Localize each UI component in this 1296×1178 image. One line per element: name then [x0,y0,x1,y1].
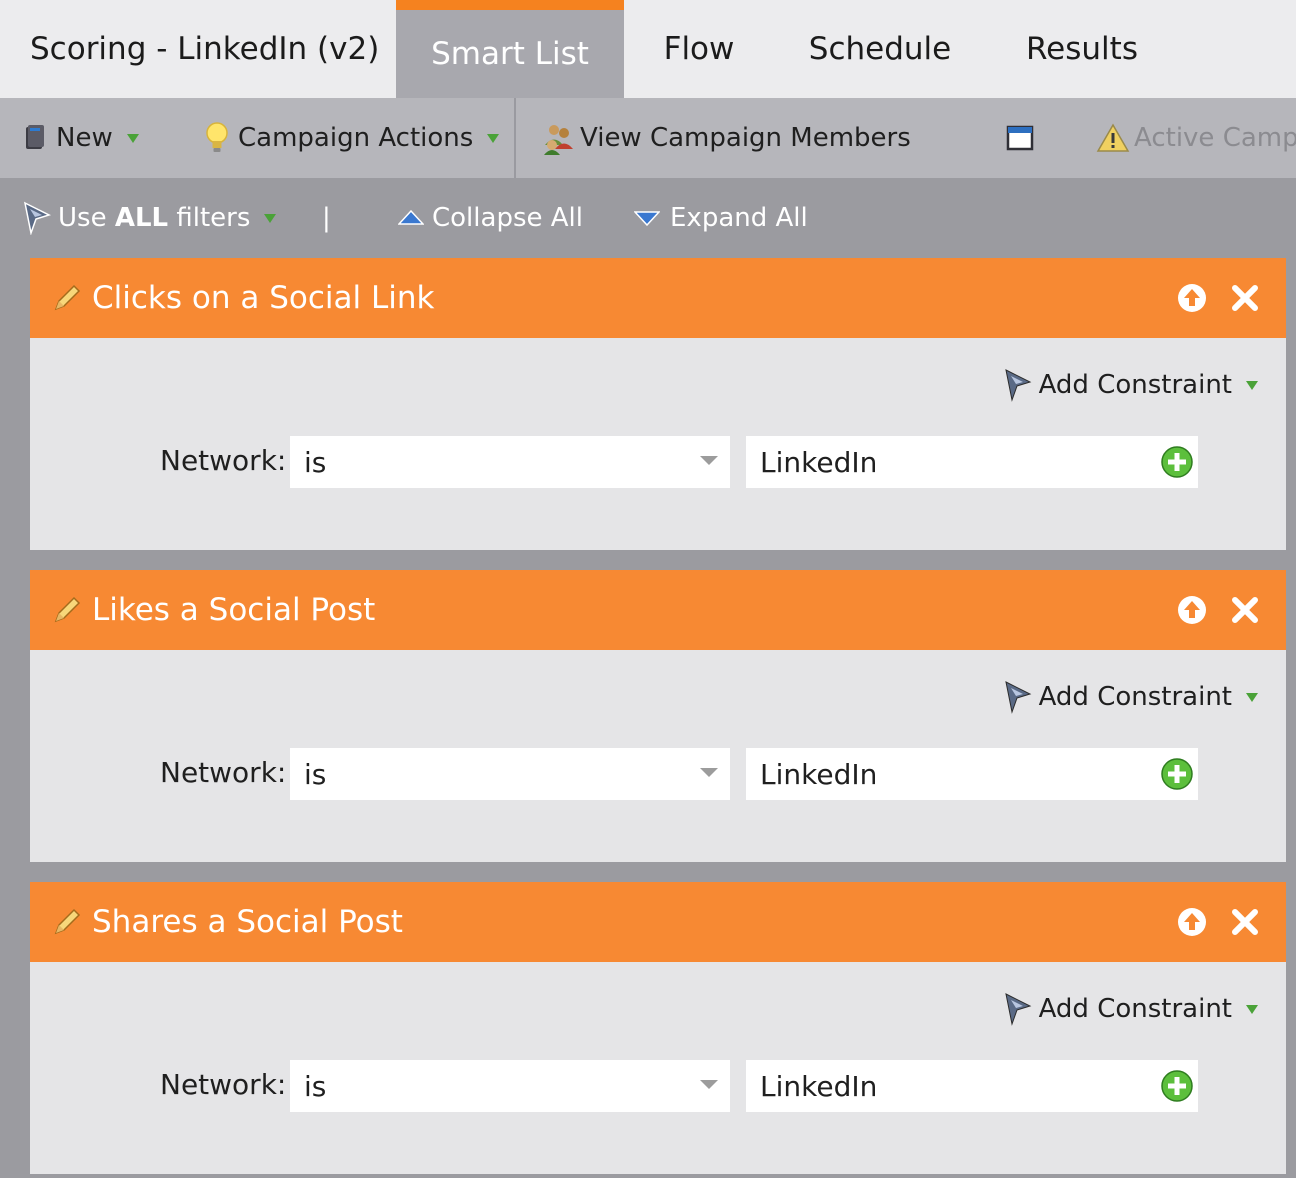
operator-value: is [304,757,327,791]
filter-options-bar: Use ALL filters | Collapse All Expand Al… [0,178,1296,258]
chevron-down-icon [700,1080,718,1089]
people-icon [542,121,576,155]
new-document-icon [24,123,46,153]
collapse-all-button[interactable]: Collapse All [398,178,583,258]
funnel-icon [22,201,52,235]
filter-title: Shares a Social Post [92,904,403,940]
add-constraint-label: Add Constraint [1038,370,1232,400]
plus-circle-icon[interactable] [1160,757,1194,798]
new-menu-button[interactable]: New [24,98,139,178]
tab-bar: Scoring - LinkedIn (v2) Smart List Flow … [0,0,1296,98]
filter-card: Clicks on a Social Link Add Constraint N… [30,258,1286,550]
chevron-down-icon [700,456,718,465]
network-label: Network: [160,444,287,477]
toolbar: New Campaign Actions View Campaign Membe… [0,98,1296,178]
expand-triangle-icon [634,210,660,226]
chevron-down-icon [1246,1004,1258,1014]
filter-header[interactable]: Likes a Social Post [30,570,1286,650]
expand-all-button[interactable]: Expand All [634,178,808,258]
funnel-icon [1003,992,1033,1026]
chevron-down-icon [487,133,500,143]
window-button[interactable] [1006,98,1034,178]
use-all-label: ALL [114,203,169,233]
active-campaign-button[interactable]: Active Campa [1096,98,1296,178]
close-icon[interactable] [1230,283,1260,313]
filter-card: Likes a Social Post Add Constraint Netwo… [30,570,1286,862]
filter-logic-dropdown[interactable]: Use ALL filters [22,178,277,258]
close-icon[interactable] [1230,907,1260,937]
plus-circle-icon[interactable] [1160,1069,1194,1110]
filter-body: Add Constraint Network: is LinkedIn [30,338,1286,550]
add-constraint-label: Add Constraint [1038,994,1232,1024]
use-suffix: filters [168,203,251,233]
filter-card: Shares a Social Post Add Constraint Netw… [30,882,1286,1174]
chevron-down-icon [700,768,718,777]
add-constraint-button[interactable]: Add Constraint [1003,368,1258,402]
view-campaign-members-label: View Campaign Members [580,123,911,153]
pencil-icon [52,283,82,313]
operator-select[interactable]: is [290,748,730,800]
filter-title: Clicks on a Social Link [92,280,435,316]
plus-circle-icon[interactable] [1160,445,1194,486]
expand-all-label: Expand All [670,203,808,233]
network-label: Network: [160,1068,287,1101]
network-value: LinkedIn [760,445,878,479]
toolbar-divider [514,98,516,178]
network-value-field[interactable]: LinkedIn [746,436,1198,488]
pencil-icon [52,907,82,937]
operator-select[interactable]: is [290,1060,730,1112]
operator-value: is [304,1069,327,1103]
tab-flow[interactable]: Flow [624,0,774,98]
funnel-icon [1003,680,1033,714]
network-label: Network: [160,756,287,789]
operator-value: is [304,445,327,479]
network-value: LinkedIn [760,757,878,791]
add-constraint-button[interactable]: Add Constraint [1003,680,1258,714]
chevron-down-icon [264,213,277,223]
tab-schedule[interactable]: Schedule [790,0,970,98]
use-prefix: Use [58,203,115,233]
filter-body: Add Constraint Network: is LinkedIn [30,650,1286,862]
warning-icon [1096,123,1130,153]
add-constraint-label: Add Constraint [1038,682,1232,712]
tab-smart-list[interactable]: Smart List [396,0,624,98]
funnel-icon [1003,368,1033,402]
chevron-down-icon [126,133,139,143]
chevron-down-icon [1246,380,1258,390]
view-campaign-members-button[interactable]: View Campaign Members [542,98,911,178]
filter-header[interactable]: Clicks on a Social Link [30,258,1286,338]
pencil-icon [52,595,82,625]
chevron-down-icon [1246,692,1258,702]
campaign-actions-label: Campaign Actions [238,123,474,153]
filter-body: Add Constraint Network: is LinkedIn [30,962,1286,1174]
filter-header[interactable]: Shares a Social Post [30,882,1286,962]
window-icon [1006,124,1034,152]
tab-results[interactable]: Results [1000,0,1164,98]
campaign-actions-button[interactable]: Campaign Actions [204,98,500,178]
filterbar-divider: | [322,203,331,233]
active-campaign-label: Active Campa [1134,123,1296,153]
arrow-up-circle-icon[interactable] [1176,282,1208,314]
collapse-all-label: Collapse All [432,203,583,233]
campaign-title: Scoring - LinkedIn (v2) [30,31,380,67]
network-value-field[interactable]: LinkedIn [746,748,1198,800]
arrow-up-circle-icon[interactable] [1176,594,1208,626]
collapse-triangle-icon [398,210,424,226]
arrow-up-circle-icon[interactable] [1176,906,1208,938]
new-label: New [56,123,113,153]
filter-title: Likes a Social Post [92,592,376,628]
network-value-field[interactable]: LinkedIn [746,1060,1198,1112]
close-icon[interactable] [1230,595,1260,625]
network-value: LinkedIn [760,1069,878,1103]
lightbulb-icon [204,121,230,155]
operator-select[interactable]: is [290,436,730,488]
add-constraint-button[interactable]: Add Constraint [1003,992,1258,1026]
